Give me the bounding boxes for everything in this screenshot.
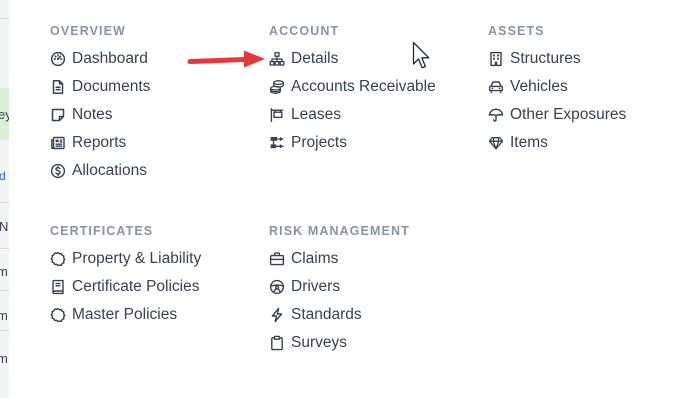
section-title-account: ACCOUNT bbox=[269, 24, 340, 38]
section-overview: OVERVIEW Dashboard Documents Notes Repor… bbox=[50, 24, 150, 185]
building-icon bbox=[488, 51, 504, 67]
menu-item-label: Vehicles bbox=[510, 78, 568, 95]
section-title-risk-management: RISK MANAGEMENT bbox=[269, 224, 410, 238]
menu-item-notes[interactable]: Notes bbox=[50, 101, 150, 129]
menu-item-label: Drivers bbox=[291, 278, 341, 295]
background-text-fragment: m bbox=[0, 352, 8, 365]
menu-item-claims[interactable]: Claims bbox=[269, 245, 410, 273]
menu-item-property-liability[interactable]: Property & Liability bbox=[50, 245, 201, 273]
menu-item-label: Other Exposures bbox=[510, 106, 627, 123]
menu-item-label: Items bbox=[510, 134, 548, 151]
menu-item-label: Property & Liability bbox=[72, 250, 202, 267]
certificate-badge-icon bbox=[50, 251, 66, 267]
menu-item-documents[interactable]: Documents bbox=[50, 73, 150, 101]
section-title-assets: ASSETS bbox=[488, 24, 545, 38]
background-text-fragment: m bbox=[0, 309, 8, 322]
section-account: ACCOUNT Details Accounts Receivable Leas… bbox=[269, 24, 436, 157]
menu-item-label: Leases bbox=[291, 106, 341, 123]
umbrella-icon bbox=[488, 107, 504, 123]
menu-item-standards[interactable]: Standards bbox=[269, 301, 410, 329]
background-text-fragment: N bbox=[0, 220, 8, 233]
menu-item-drivers[interactable]: Drivers bbox=[269, 273, 410, 301]
section-title-overview: OVERVIEW bbox=[50, 24, 126, 38]
menu-item-allocations[interactable]: Allocations bbox=[50, 157, 150, 185]
dollar-circle-icon bbox=[50, 163, 66, 179]
steering-wheel-icon bbox=[269, 279, 285, 295]
note-icon bbox=[50, 107, 66, 123]
section-assets: ASSETS Structures Vehicles Other Exposur… bbox=[488, 24, 626, 157]
lightning-bolt-icon bbox=[269, 307, 285, 323]
mouse-cursor-icon bbox=[412, 41, 430, 69]
coins-stack-icon bbox=[269, 79, 285, 95]
newspaper-report-icon bbox=[50, 135, 66, 151]
menu-item-label: Documents bbox=[72, 78, 151, 95]
briefcase-icon bbox=[269, 251, 285, 267]
background-divider bbox=[0, 248, 9, 249]
section-risk-management: RISK MANAGEMENT Claims Drivers Standards… bbox=[269, 224, 410, 357]
menu-item-label: Notes bbox=[72, 106, 113, 123]
background-divider bbox=[0, 290, 9, 291]
certificate-badge-icon bbox=[50, 307, 66, 323]
menu-item-details[interactable]: Details bbox=[269, 45, 436, 73]
background-text-fragment: m bbox=[0, 265, 8, 278]
menu-item-label: Reports bbox=[72, 134, 127, 151]
menu-item-surveys[interactable]: Surveys bbox=[269, 329, 410, 357]
policy-book-icon bbox=[50, 279, 66, 295]
car-icon bbox=[488, 79, 504, 95]
menu-item-label: Standards bbox=[291, 306, 362, 323]
menu-item-leases[interactable]: Leases bbox=[269, 101, 436, 129]
menu-item-dashboard[interactable]: Dashboard bbox=[50, 45, 150, 73]
menu-item-label: Claims bbox=[291, 250, 339, 267]
menu-item-certificate-policies[interactable]: Certificate Policies bbox=[50, 273, 201, 301]
menu-item-vehicles[interactable]: Vehicles bbox=[488, 73, 626, 101]
document-icon bbox=[50, 79, 66, 95]
project-tasks-icon bbox=[269, 135, 285, 151]
annotation-arrow-icon bbox=[187, 50, 265, 68]
menu-item-label: Projects bbox=[291, 134, 347, 151]
dashboard-gauge-icon bbox=[50, 51, 66, 67]
menu-item-projects[interactable]: Projects bbox=[269, 129, 436, 157]
background-divider bbox=[0, 330, 9, 331]
menu-item-label: Details bbox=[291, 50, 339, 67]
menu-item-master-policies[interactable]: Master Policies bbox=[50, 301, 201, 329]
menu-item-structures[interactable]: Structures bbox=[488, 45, 626, 73]
menu-item-label: Surveys bbox=[291, 334, 347, 351]
menu-item-accounts-receivable[interactable]: Accounts Receivable bbox=[269, 73, 436, 101]
menu-item-other-exposures[interactable]: Other Exposures bbox=[488, 101, 626, 129]
menu-item-label: Structures bbox=[510, 50, 581, 67]
background-divider bbox=[0, 202, 9, 203]
menu-item-items[interactable]: Items bbox=[488, 129, 626, 157]
menu-item-label: Master Policies bbox=[72, 306, 178, 323]
menu-item-label: Accounts Receivable bbox=[291, 78, 436, 95]
section-certificates: CERTIFICATES Property & Liability Certif… bbox=[50, 224, 201, 329]
gem-icon bbox=[488, 135, 504, 151]
background-link-fragment: d bbox=[0, 170, 6, 182]
sitemap-icon bbox=[269, 51, 285, 67]
menu-item-label: Certificate Policies bbox=[72, 278, 200, 295]
clipboard-icon bbox=[269, 335, 285, 351]
section-title-certificates: CERTIFICATES bbox=[50, 224, 154, 238]
menu-item-label: Dashboard bbox=[72, 50, 148, 67]
lease-sign-icon bbox=[269, 107, 285, 123]
mega-menu-panel: OVERVIEW Dashboard Documents Notes Repor… bbox=[9, 0, 688, 398]
background-divider bbox=[0, 18, 9, 19]
menu-item-label: Allocations bbox=[72, 162, 147, 179]
menu-item-reports[interactable]: Reports bbox=[50, 129, 150, 157]
